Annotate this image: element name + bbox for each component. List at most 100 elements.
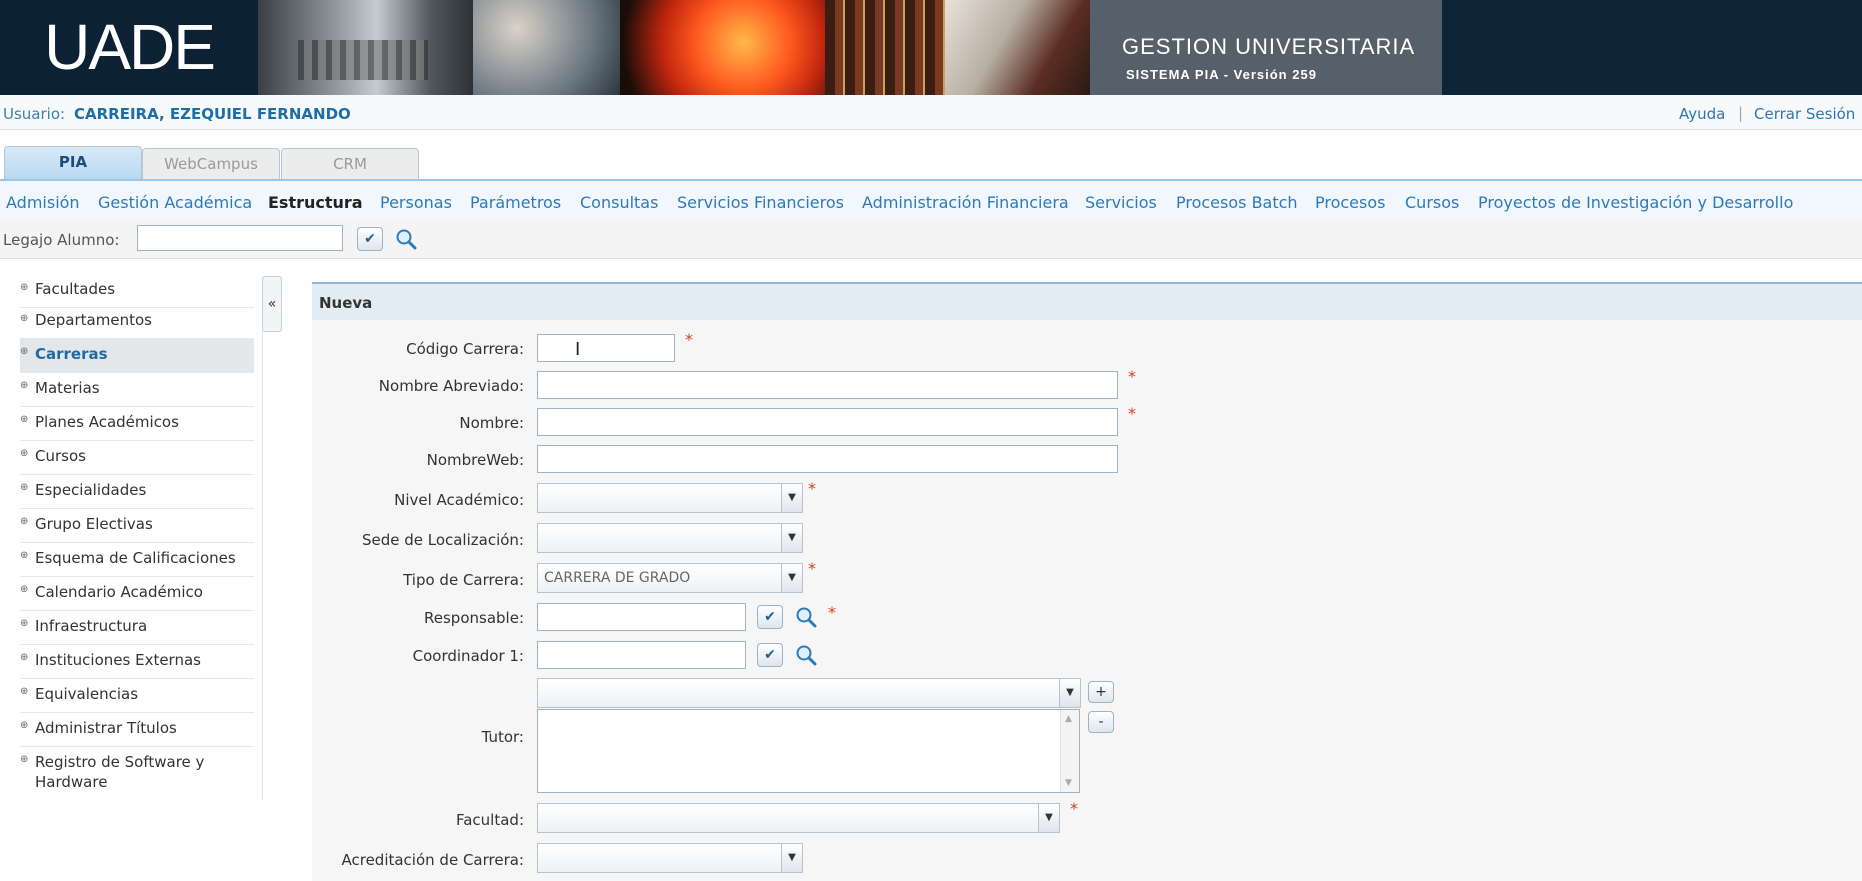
required-mark: * [808, 559, 816, 578]
menu-procesos[interactable]: Procesos [1315, 193, 1385, 212]
search-icon[interactable] [795, 606, 817, 628]
sidebar-item-administrar-titulos[interactable]: ⊕ Administrar Títulos [20, 713, 254, 747]
add-tutor-button[interactable]: + [1088, 681, 1114, 703]
link-separator: | [1738, 104, 1744, 122]
logout-link[interactable]: Cerrar Sesión [1754, 105, 1855, 123]
nombre-web-label: NombreWeb: [426, 451, 524, 469]
nombre-label: Nombre: [459, 414, 524, 432]
check-icon: ✔ [764, 609, 776, 625]
coordinador-input[interactable] [537, 641, 746, 669]
menu-gestion-academica[interactable]: Gestión Académica [98, 193, 252, 212]
scroll-up-icon[interactable]: ▲ [1065, 714, 1072, 724]
tab-pia[interactable]: PIA [4, 146, 142, 180]
legajo-confirm-button[interactable]: ✔ [357, 227, 383, 251]
menu-servicios-financieros[interactable]: Servicios Financieros [677, 193, 844, 212]
required-mark: * [808, 479, 816, 498]
search-icon[interactable] [395, 228, 417, 250]
chevron-down-icon: ▼ [781, 844, 802, 872]
menu-parametros[interactable]: Parámetros [470, 193, 561, 212]
required-mark: * [1128, 404, 1136, 423]
nombre-web-input[interactable] [537, 445, 1118, 473]
tutor-select[interactable]: ▼ [537, 678, 1081, 708]
search-icon[interactable] [795, 644, 817, 666]
tipo-carrera-select[interactable]: CARRERA DE GRADO ▼ [537, 563, 803, 593]
banner-photo-reader [945, 0, 1090, 95]
tutor-scrollbar[interactable]: ▲ ▼ [1060, 710, 1079, 792]
nivel-academico-select[interactable]: ▼ [537, 483, 803, 513]
chevron-down-icon: ▼ [781, 484, 802, 512]
tipo-carrera-label: Tipo de Carrera: [403, 571, 524, 589]
form-title: Nueva [319, 294, 373, 312]
chevron-down-icon: ▼ [781, 524, 802, 552]
expand-icon: ⊕ [20, 282, 29, 293]
user-label: Usuario: [3, 105, 66, 123]
nombre-input[interactable] [537, 408, 1118, 436]
banner-photo-diploma [620, 0, 825, 95]
menu-procesos-batch[interactable]: Procesos Batch [1176, 193, 1298, 212]
menu-proyectos-investigacion[interactable]: Proyectos de Investigación y Desarrollo [1478, 193, 1793, 212]
main-menu: Admisión Gestión Académica Estructura Pe… [0, 179, 1862, 220]
menu-servicios[interactable]: Servicios [1085, 193, 1157, 212]
expand-icon: ⊕ [20, 652, 29, 663]
sidebar-item-cursos[interactable]: ⊕ Cursos [20, 441, 254, 475]
menu-estructura[interactable]: Estructura [268, 193, 363, 212]
codigo-carrera-label: Código Carrera: [406, 340, 524, 358]
tab-webcampus[interactable]: WebCampus [142, 148, 280, 179]
help-link[interactable]: Ayuda [1679, 105, 1725, 123]
tab-crm[interactable]: CRM [281, 148, 419, 179]
chevron-down-icon: ▼ [1059, 679, 1080, 707]
acreditacion-select[interactable]: ▼ [537, 843, 803, 873]
sidebar-item-esquema-calificaciones[interactable]: ⊕ Esquema de Calificaciones [20, 543, 254, 577]
tutor-list[interactable]: ▲ ▼ [537, 709, 1080, 793]
facultad-label: Facultad: [455, 811, 524, 829]
user-bar: Usuario: CARREIRA, EZEQUIEL FERNANDO Ayu… [0, 95, 1862, 130]
nombre-abreviado-label: Nombre Abreviado: [378, 377, 524, 395]
coordinador-label: Coordinador 1: [412, 647, 524, 665]
codigo-carrera-input[interactable] [537, 334, 675, 362]
required-mark: * [1070, 799, 1078, 818]
sidebar-item-facultades[interactable]: ⊕ Facultades [20, 277, 254, 308]
expand-icon: ⊕ [20, 584, 29, 595]
expand-icon: ⊕ [20, 482, 29, 493]
facultad-select[interactable]: ▼ [537, 803, 1060, 833]
sidebar-item-materias[interactable]: ⊕ Materias [20, 373, 254, 407]
sidebar-item-infraestructura[interactable]: ⊕ Infraestructura [20, 611, 254, 645]
sidebar-item-especialidades[interactable]: ⊕ Especialidades [20, 475, 254, 509]
banner-photo-library [258, 0, 473, 95]
legajo-input[interactable] [137, 225, 343, 251]
sidebar-collapse-button[interactable]: « [262, 276, 282, 332]
menu-cursos[interactable]: Cursos [1405, 193, 1459, 212]
responsable-input[interactable] [537, 603, 746, 631]
sidebar-item-calendario-academico[interactable]: ⊕ Calendario Académico [20, 577, 254, 611]
coordinador-confirm-button[interactable]: ✔ [757, 643, 783, 667]
scroll-down-icon[interactable]: ▼ [1065, 778, 1072, 788]
user-name: CARREIRA, EZEQUIEL FERNANDO [74, 105, 351, 123]
sidebar-item-planes-academicos[interactable]: ⊕ Planes Académicos [20, 407, 254, 441]
responsable-confirm-button[interactable]: ✔ [757, 605, 783, 629]
expand-icon: ⊕ [20, 550, 29, 561]
sidebar-item-registro-software[interactable]: ⊕ Registro de Software y Hardware [20, 747, 254, 799]
expand-icon: ⊕ [20, 618, 29, 629]
menu-consultas[interactable]: Consultas [580, 193, 658, 212]
sidebar-item-departamentos[interactable]: ⊕ Departamentos [20, 308, 254, 339]
sidebar-item-label: Facultades [35, 280, 116, 298]
sidebar-item-carreras[interactable]: ⊕ Carreras [20, 339, 254, 373]
nombre-abreviado-input[interactable] [537, 371, 1118, 399]
sidebar-item-equivalencias[interactable]: ⊕ Equivalencias [20, 679, 254, 713]
sidebar-item-label: Materias [35, 379, 100, 397]
legajo-label: Legajo Alumno: [3, 231, 120, 249]
menu-personas[interactable]: Personas [380, 193, 452, 212]
uade-logo: UADE [0, 0, 258, 95]
expand-icon: ⊕ [20, 346, 29, 357]
menu-admision[interactable]: Admisión [6, 193, 80, 212]
responsable-label: Responsable: [424, 609, 524, 627]
remove-tutor-button[interactable]: - [1088, 711, 1114, 733]
expand-icon: ⊕ [20, 448, 29, 459]
sidebar-item-label: Carreras [35, 345, 108, 363]
header-banner: UADE GESTION UNIVERSITARIA SISTEMA PIA -… [0, 0, 1862, 95]
menu-administracion-financiera[interactable]: Administración Financiera [862, 193, 1069, 212]
sede-localizacion-select[interactable]: ▼ [537, 523, 803, 553]
sidebar-item-grupo-electivas[interactable]: ⊕ Grupo Electivas [20, 509, 254, 543]
expand-icon: ⊕ [20, 720, 29, 731]
sidebar-item-instituciones-externas[interactable]: ⊕ Instituciones Externas [20, 645, 254, 679]
